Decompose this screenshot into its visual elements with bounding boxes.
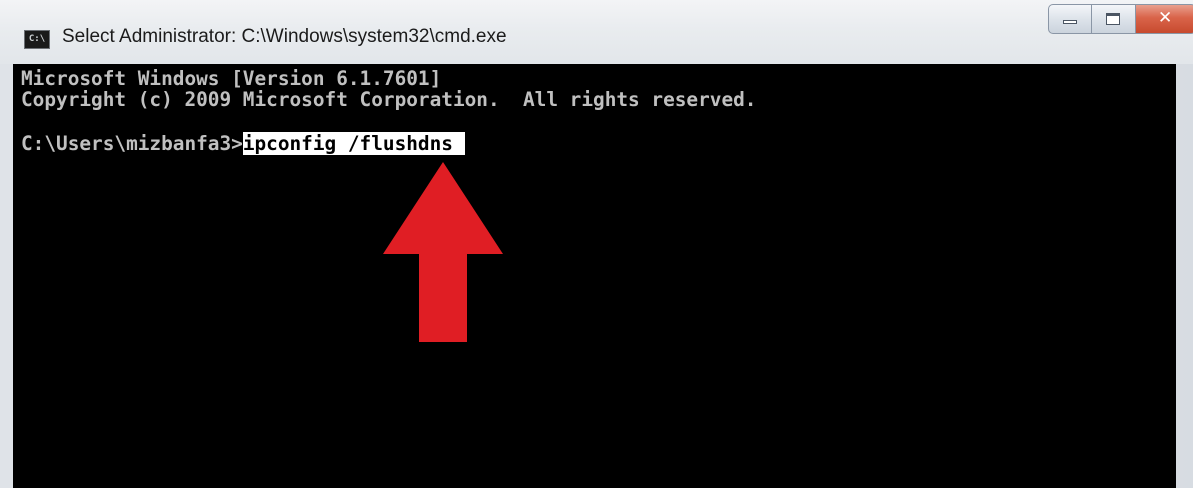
cmd-icon[interactable]: C:\	[24, 30, 50, 49]
minimize-icon	[1063, 20, 1077, 24]
maximize-icon	[1106, 13, 1120, 25]
title-bar[interactable]: C:\ Select Administrator: C:\Windows\sys…	[0, 0, 1193, 64]
console-line-copyright: Copyright (c) 2009 Microsoft Corporation…	[21, 88, 757, 111]
console-line-version: Microsoft Windows [Version 6.1.7601]	[21, 67, 442, 90]
close-icon: ✕	[1158, 8, 1173, 28]
window-title: Select Administrator: C:\Windows\system3…	[62, 26, 507, 47]
selected-command[interactable]: ipconfig /flushdns	[242, 132, 465, 155]
minimize-button[interactable]	[1048, 4, 1092, 34]
cmd-window: C:\ Select Administrator: C:\Windows\sys…	[0, 0, 1193, 488]
red-arrow-up-icon	[383, 162, 503, 342]
caption-buttons: ✕	[1048, 4, 1193, 36]
console-prompt: C:\Users\mizbanfa3>	[21, 132, 243, 155]
close-button[interactable]: ✕	[1136, 4, 1193, 34]
console-prompt-line[interactable]: C:\Users\mizbanfa3>ipconfig /flushdns	[21, 132, 465, 155]
console-area[interactable]: Microsoft Windows [Version 6.1.7601] Cop…	[13, 64, 1176, 488]
maximize-button[interactable]	[1092, 4, 1136, 34]
